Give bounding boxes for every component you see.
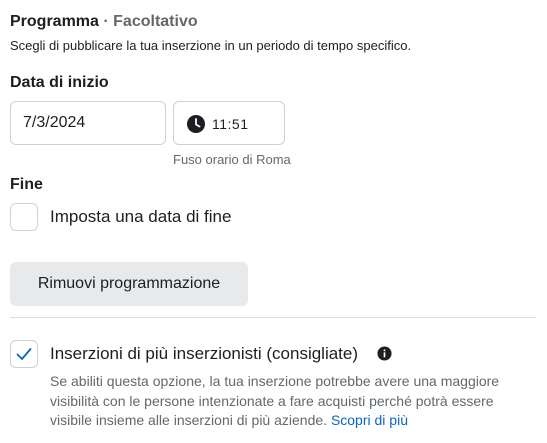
- start-time-input[interactable]: 11:51: [173, 101, 285, 145]
- remove-schedule-button[interactable]: Rimuovi programmazione: [10, 262, 248, 306]
- schedule-title-text: Programma: [10, 13, 99, 30]
- end-date-checkbox[interactable]: [10, 203, 38, 231]
- multi-advertiser-label[interactable]: Inserzioni di più inserzionisti (consigl…: [50, 344, 358, 364]
- start-date-input[interactable]: 7/3/2024: [10, 101, 166, 145]
- timezone-label: Fuso orario di Roma: [173, 152, 291, 167]
- learn-more-link[interactable]: Scopri di più: [331, 412, 408, 428]
- schedule-title: Programma · Facoltativo: [10, 13, 198, 31]
- start-time-value: 11:51: [212, 116, 249, 132]
- start-date-label: Data di inizio: [10, 74, 109, 91]
- start-date-value: 7/3/2024: [23, 114, 86, 131]
- clock-icon: [187, 115, 205, 133]
- multi-advertiser-checkbox[interactable]: [10, 340, 38, 368]
- section-divider: [10, 317, 536, 318]
- end-date-checkbox-label[interactable]: Imposta una data di fine: [50, 207, 231, 227]
- end-label: Fine: [10, 176, 43, 193]
- info-icon[interactable]: [377, 346, 392, 361]
- multi-advertiser-description-text: Se abiliti questa opzione, la tua inserz…: [50, 373, 500, 428]
- multi-advertiser-description: Se abiliti questa opzione, la tua inserz…: [50, 372, 530, 431]
- schedule-description: Scegli di pubblicare la tua inserzione i…: [10, 38, 412, 53]
- checkmark-icon: [16, 348, 32, 360]
- optional-tag: · Facoltativo: [103, 13, 198, 30]
